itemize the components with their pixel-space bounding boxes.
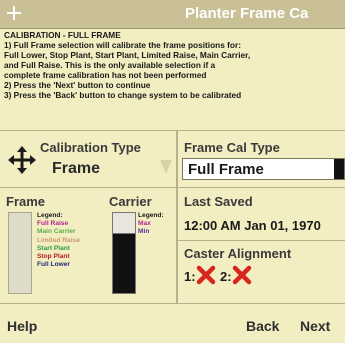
frame-position-bar (8, 212, 32, 294)
divider (0, 130, 345, 131)
instruction-line: Full Lower, Stop Plant, Start Plant, Lim… (4, 50, 251, 60)
legend-max: Max (138, 220, 151, 228)
divider (178, 240, 345, 241)
next-button[interactable]: Next (300, 314, 344, 338)
instruction-line: complete frame calibration has not been … (4, 70, 207, 80)
instruction-line: 3) Press the 'Back' button to change sys… (4, 90, 242, 100)
calibration-type-panel[interactable]: Calibration Type Frame (0, 134, 175, 186)
frame-legend: Legend: Full Raise Main Carrier Limited … (37, 212, 80, 269)
legend-title: Legend: (37, 212, 63, 219)
frame-cal-type-label: Frame Cal Type (184, 140, 280, 155)
help-button[interactable]: Help (7, 314, 59, 338)
legend-main-carrier: Main Carrier (37, 228, 76, 236)
planter-frame-calibration-screen: Planter Frame Ca CALIBRATION - FULL FRAM… (0, 0, 345, 343)
calibration-instructions: CALIBRATION - FULL FRAME 1) Full Frame s… (4, 30, 342, 100)
legend-start-plant: Start Plant (37, 244, 70, 252)
legend-min: Min (138, 228, 150, 236)
dropdown-handle-icon[interactable] (334, 159, 344, 179)
move-icon (8, 146, 36, 174)
legend-full-raise: Full Raise (37, 220, 69, 228)
screen-title: Planter Frame Ca (185, 5, 309, 22)
dropdown-arrow-icon[interactable] (160, 160, 172, 174)
legend-stop-plant: Stop Plant (37, 253, 70, 261)
error-x-icon (196, 265, 216, 285)
instruction-line: 2) Press the 'Next' button to continue (4, 80, 151, 90)
last-saved-value: 12:00 AM Jan 01, 1970 (184, 218, 321, 233)
legend-full-lower: Full Lower (37, 261, 70, 269)
caster-1-label: 1: (184, 269, 196, 284)
carrier-position-top (112, 212, 136, 234)
instruction-line: 1) Full Frame selection will calibrate t… (4, 40, 241, 50)
frame-carrier-panel: Frame Carrier Legend: Full Raise Main Ca… (0, 190, 178, 300)
calibration-type-label: Calibration Type (40, 140, 141, 155)
legend-limited-raise: Limited Raise (37, 236, 80, 244)
frame-label: Frame (6, 194, 46, 209)
calibration-type-value: Frame (52, 160, 101, 177)
title-bar: Planter Frame Ca (0, 0, 345, 29)
last-saved-label: Last Saved (184, 194, 253, 209)
instruction-line: CALIBRATION - FULL FRAME (4, 30, 121, 40)
frame-cal-type-value: Full Frame (188, 161, 264, 178)
frame-cal-type-panel[interactable]: Frame Cal Type Full Frame (178, 134, 345, 186)
legend-title: Legend: (138, 212, 164, 219)
divider (0, 187, 345, 188)
instruction-line: and Full Raise. This is the only availab… (4, 60, 216, 70)
caster-2-label: 2: (220, 269, 232, 284)
caster-alignment-panel: Caster Alignment 1: 2: (178, 244, 345, 300)
caster-alignment-label: Caster Alignment (184, 246, 292, 261)
back-button[interactable]: Back (246, 314, 290, 338)
carrier-label: Carrier (109, 194, 152, 209)
error-x-icon (232, 265, 252, 285)
divider (0, 303, 345, 304)
carrier-legend: Legend: Max Min (138, 212, 164, 237)
menu-icon[interactable] (5, 4, 23, 22)
frame-cal-type-select[interactable]: Full Frame (182, 158, 345, 180)
last-saved-panel: Last Saved 12:00 AM Jan 01, 1970 (178, 190, 345, 240)
